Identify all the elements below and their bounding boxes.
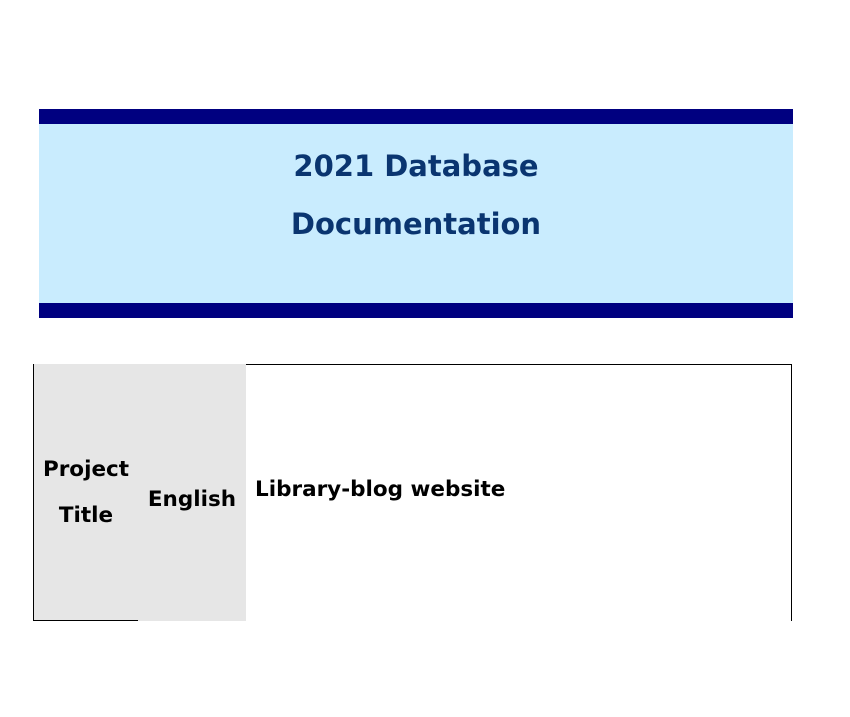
language-label-cell: English — [138, 364, 247, 621]
title-banner: 2021 Database Documentation — [39, 109, 793, 318]
project-title-label-cell: Project Title — [33, 364, 139, 621]
banner-top-bar — [39, 109, 793, 124]
banner-bottom-bar — [39, 303, 793, 318]
project-title-value-cell[interactable]: Library-blog website — [246, 364, 792, 621]
language-label: English — [147, 487, 237, 512]
document-title-line-2: Documentation — [290, 207, 542, 241]
document-title: 2021 Database Documentation — [39, 137, 793, 253]
document-title-line-1: 2021 Database — [293, 149, 539, 183]
project-title-table: Project Title English Library-blog websi… — [33, 364, 792, 621]
project-title-value: Library-blog website — [255, 476, 506, 502]
project-title-label: Project Title — [42, 457, 130, 528]
